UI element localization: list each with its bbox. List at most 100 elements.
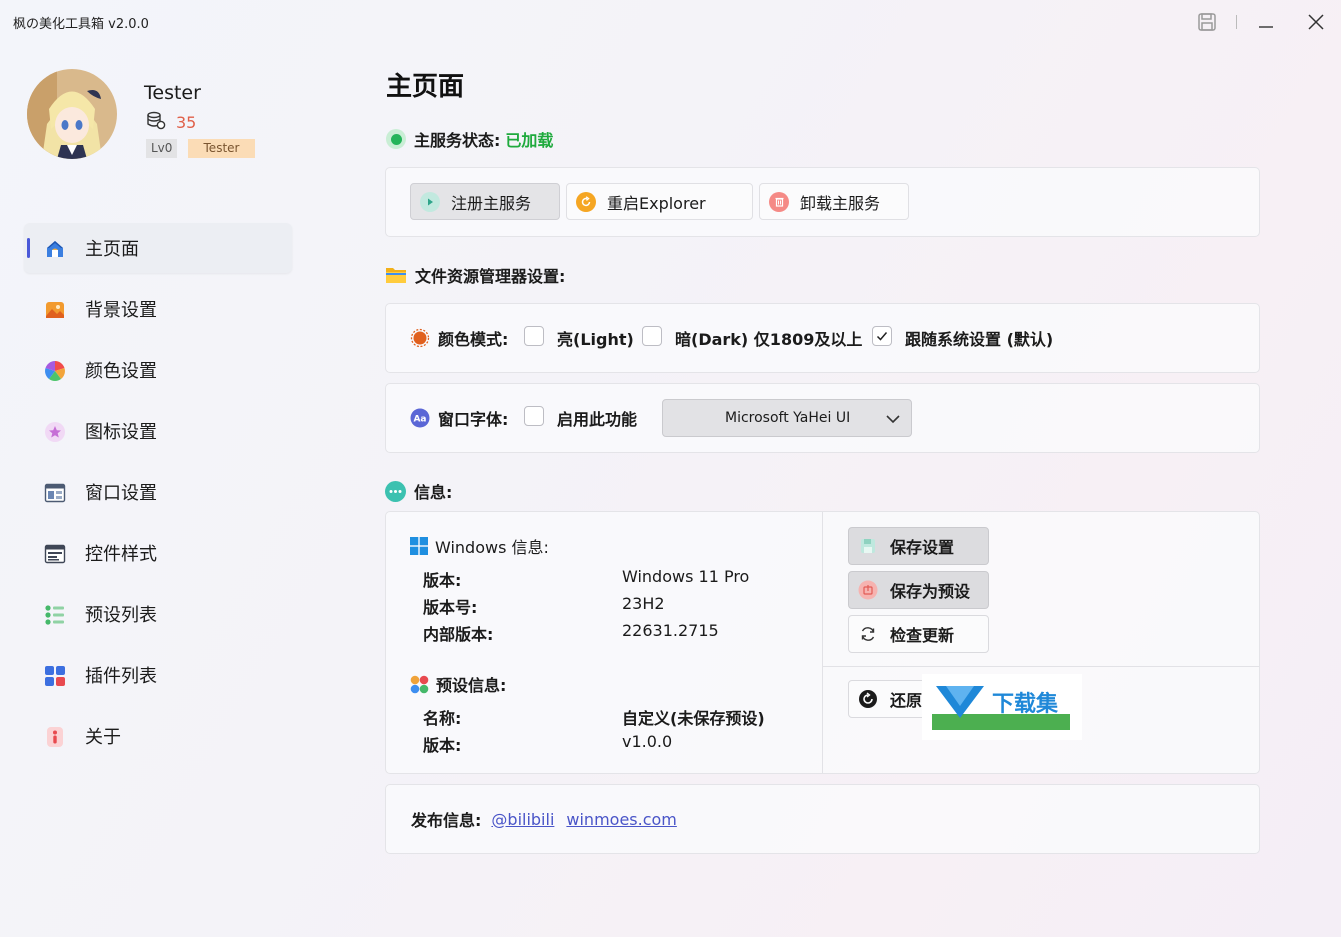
button-label: 还原 bbox=[890, 691, 923, 710]
button-label: 检查更新 bbox=[890, 626, 955, 645]
info-section-header: 信息: bbox=[385, 479, 452, 503]
release-label: 发布信息: bbox=[411, 811, 482, 830]
sidebar-item-background[interactable]: 背景设置 bbox=[24, 284, 292, 334]
info-value: 23H2 bbox=[622, 594, 665, 613]
release-row: 发布信息: @bilibili winmoes.com bbox=[411, 807, 677, 831]
checkmark-icon bbox=[876, 332, 888, 341]
info-value: 自定义(未保存预设) bbox=[622, 709, 765, 728]
enable-font-checkbox[interactable] bbox=[524, 406, 544, 426]
light-mode-checkbox[interactable] bbox=[524, 326, 544, 346]
sidebar-item-label: 颜色设置 bbox=[85, 361, 157, 382]
sidebar-item-label: 背景设置 bbox=[85, 300, 157, 321]
sidebar-item-presets[interactable]: 预设列表 bbox=[24, 589, 292, 639]
titlebar-divider bbox=[1236, 15, 1237, 29]
save-preset-icon bbox=[858, 580, 878, 600]
close-icon[interactable] bbox=[1302, 8, 1330, 36]
sidebar-item-color[interactable]: 颜色设置 bbox=[24, 345, 292, 395]
section-title: 信息: bbox=[414, 483, 453, 502]
status-value: 已加载 bbox=[505, 131, 554, 150]
windows-info-title: Windows 信息: bbox=[435, 538, 549, 557]
sync-icon bbox=[858, 624, 878, 644]
sidebar-item-controls[interactable]: 控件样式 bbox=[24, 528, 292, 578]
info-divider bbox=[822, 512, 823, 773]
info-icon bbox=[44, 726, 66, 748]
list-icon bbox=[44, 604, 66, 626]
page-title: 主页面 bbox=[386, 72, 465, 102]
info-key: 名称: bbox=[423, 709, 462, 728]
more-dots-icon bbox=[385, 480, 406, 502]
register-service-button[interactable]: 注册主服务 bbox=[410, 183, 560, 220]
window-font-row: Aa 窗口字体: bbox=[410, 406, 508, 430]
dark-mode-checkbox[interactable] bbox=[642, 326, 662, 346]
preset-dots-icon bbox=[410, 675, 429, 694]
info-key: 版本: bbox=[423, 736, 462, 755]
sidebar-item-window[interactable]: 窗口设置 bbox=[24, 467, 292, 517]
sidebar-item-label: 窗口设置 bbox=[85, 483, 157, 504]
user-tag-badge: Tester bbox=[188, 139, 255, 158]
watermark-logo: 下载集 bbox=[922, 674, 1082, 740]
sidebar-item-label: 关于 bbox=[85, 727, 121, 748]
button-label: 注册主服务 bbox=[451, 193, 532, 213]
play-icon bbox=[420, 191, 440, 212]
title-bar: 枫の美化工具箱 v2.0.0 bbox=[0, 0, 1341, 44]
font-select-value: Microsoft YaHei UI bbox=[725, 410, 851, 426]
status-dot-icon bbox=[386, 129, 406, 149]
image-icon bbox=[44, 299, 66, 321]
sidebar-item-about[interactable]: 关于 bbox=[24, 711, 292, 761]
sidebar-item-icons[interactable]: 图标设置 bbox=[24, 406, 292, 456]
uninstall-service-button[interactable]: 卸载主服务 bbox=[759, 183, 909, 220]
coins-stack-icon bbox=[146, 110, 166, 134]
explorer-section-header: 文件资源管理器设置: bbox=[385, 263, 565, 287]
restart-explorer-button[interactable]: 重启Explorer bbox=[566, 183, 753, 220]
dark-mode-label: 暗(Dark) 仅1809及以上 bbox=[675, 330, 863, 349]
color-mode-icon bbox=[410, 328, 430, 348]
follow-system-checkbox[interactable] bbox=[872, 326, 892, 346]
trash-icon bbox=[769, 191, 789, 212]
sidebar-item-label: 图标设置 bbox=[85, 422, 157, 443]
save-as-preset-button[interactable]: 保存为预设 bbox=[848, 571, 989, 609]
save-settings-button[interactable]: 保存设置 bbox=[848, 527, 989, 565]
sidebar-item-label: 控件样式 bbox=[85, 544, 157, 565]
star-badge-icon bbox=[44, 421, 66, 443]
refresh-icon bbox=[576, 191, 596, 212]
service-status: 主服务状态: 已加载 bbox=[386, 127, 553, 151]
controls-icon bbox=[44, 543, 66, 565]
check-update-button[interactable]: 检查更新 bbox=[848, 615, 989, 653]
button-label: 重启Explorer bbox=[607, 193, 706, 213]
save-icon[interactable] bbox=[1193, 8, 1221, 36]
coin-count: 35 bbox=[176, 112, 197, 132]
follow-system-label: 跟随系统设置 (默认) bbox=[905, 330, 1054, 349]
section-title: 文件资源管理器设置: bbox=[415, 267, 566, 286]
window-layout-icon bbox=[44, 482, 66, 504]
home-icon bbox=[44, 238, 66, 260]
enable-font-label: 启用此功能 bbox=[557, 410, 638, 429]
info-value: 22631.2715 bbox=[622, 621, 719, 640]
watermark-text: 下载集 bbox=[992, 692, 1059, 717]
button-label: 保存为预设 bbox=[890, 582, 971, 601]
info-key: 内部版本: bbox=[423, 625, 494, 644]
chevron-down-icon bbox=[885, 411, 901, 431]
info-key: 版本: bbox=[423, 571, 462, 590]
sidebar-item-home[interactable]: 主页面 bbox=[24, 223, 292, 273]
font-select[interactable]: Microsoft YaHei UI bbox=[662, 399, 912, 437]
coin-balance: 35 bbox=[146, 110, 196, 134]
color-wheel-icon bbox=[44, 360, 66, 382]
bilibili-link[interactable]: @bilibili bbox=[491, 810, 554, 829]
minimize-icon[interactable] bbox=[1252, 8, 1280, 36]
apps-grid-icon bbox=[44, 665, 66, 687]
info-divider bbox=[823, 666, 1259, 667]
font-icon: Aa bbox=[410, 408, 430, 428]
restore-icon bbox=[858, 689, 878, 709]
info-key: 版本号: bbox=[423, 598, 478, 617]
user-name: Tester bbox=[144, 82, 201, 104]
info-value: v1.0.0 bbox=[622, 732, 673, 751]
folder-icon bbox=[385, 265, 407, 285]
avatar[interactable] bbox=[27, 69, 117, 159]
preset-info-title: 预设信息: bbox=[436, 676, 507, 695]
website-link[interactable]: winmoes.com bbox=[566, 810, 676, 829]
light-mode-label: 亮(Light) bbox=[557, 330, 634, 349]
color-mode-label: 颜色模式: bbox=[438, 330, 509, 349]
sidebar-item-label: 插件列表 bbox=[85, 666, 157, 687]
sidebar-item-plugins[interactable]: 插件列表 bbox=[24, 650, 292, 700]
svg-text:Aa: Aa bbox=[413, 415, 426, 425]
